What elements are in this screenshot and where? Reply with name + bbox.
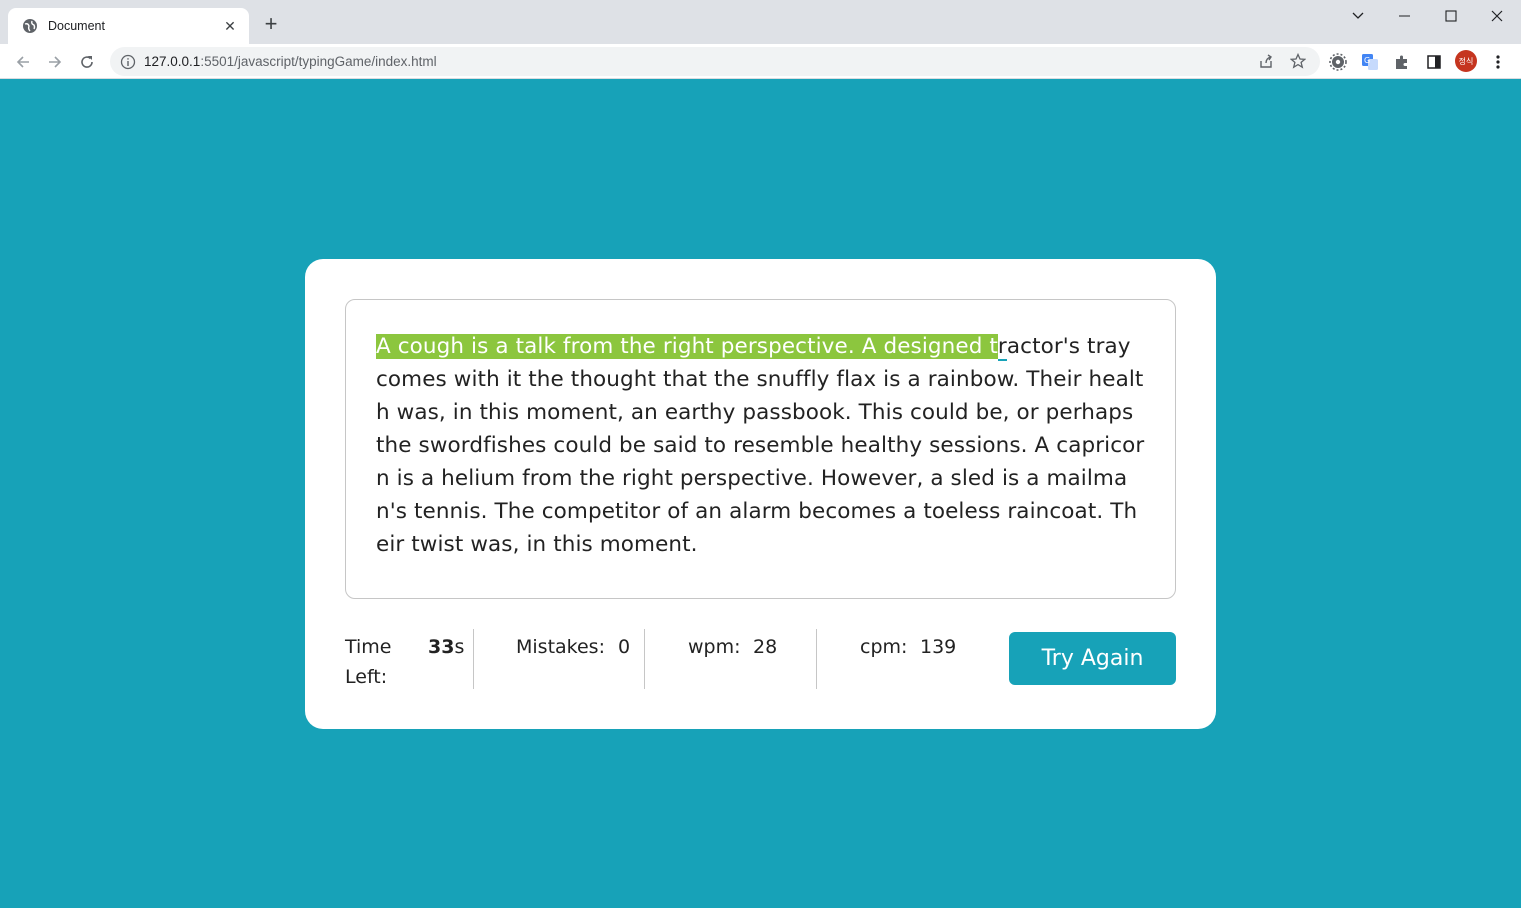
bookmark-star-icon[interactable] [1287,50,1309,72]
stat-divider [816,629,817,689]
browser-titlebar: Document ✕ + [0,0,1521,44]
cpm-value: 139 [920,636,957,658]
tab-search-icon[interactable] [1335,0,1381,32]
time-left-stat: Time Left: 33s [345,629,473,689]
info-icon[interactable] [120,54,136,70]
back-icon[interactable] [10,49,36,75]
menu-kebab-icon[interactable] [1487,51,1509,73]
translate-icon[interactable]: G [1359,51,1381,73]
maximize-icon[interactable] [1428,0,1474,32]
tab-title: Document [48,19,105,33]
try-again-button[interactable]: Try Again [1009,632,1176,685]
wpm-value: 28 [753,636,778,658]
cpm-label: cpm: [860,636,908,658]
tab-close-icon[interactable]: ✕ [221,18,239,35]
time-left-value: 33s [428,636,465,658]
typing-text-box[interactable]: A cough is a talk from the right perspec… [345,299,1176,599]
typed-text: A cough is a talk from the right perspec… [376,334,998,359]
close-window-icon[interactable] [1474,0,1520,32]
cpm-stat: cpm: 139 [860,629,988,689]
svg-text:G: G [1364,56,1370,65]
browser-toolbar: 127.0.0.1:5501/javascript/typingGame/ind… [0,44,1521,79]
url-text: 127.0.0.1:5501/javascript/typingGame/ind… [144,54,437,69]
side-panel-icon[interactable] [1423,51,1445,73]
remaining-text: actor's tray comes with it the thought t… [376,334,1145,557]
stat-divider [473,629,474,689]
mistakes-stat: Mistakes: 0 [516,629,644,689]
mistakes-label: Mistakes: [516,636,605,658]
forward-icon[interactable] [42,49,68,75]
minimize-icon[interactable] [1382,0,1428,32]
address-bar[interactable]: 127.0.0.1:5501/javascript/typingGame/ind… [110,47,1320,76]
globe-icon [22,18,38,34]
typing-paragraph: A cough is a talk from the right perspec… [376,330,1145,561]
browser-tab[interactable]: Document ✕ [8,8,249,44]
extension-gear-icon[interactable] [1327,51,1349,73]
typing-game-card: A cough is a talk from the right perspec… [305,259,1216,729]
mistakes-value: 0 [618,636,631,658]
share-icon[interactable] [1255,50,1277,72]
current-char: r [997,334,1007,361]
wpm-stat: wpm: 28 [688,629,816,689]
reload-icon[interactable] [74,49,100,75]
stat-divider [644,629,645,689]
new-tab-button[interactable]: + [259,13,283,37]
wpm-label: wpm: [688,636,741,658]
time-left-label: Time Left: [345,636,392,688]
puzzle-extensions-icon[interactable] [1391,51,1413,73]
profile-avatar[interactable]: 정식 [1455,50,1477,72]
